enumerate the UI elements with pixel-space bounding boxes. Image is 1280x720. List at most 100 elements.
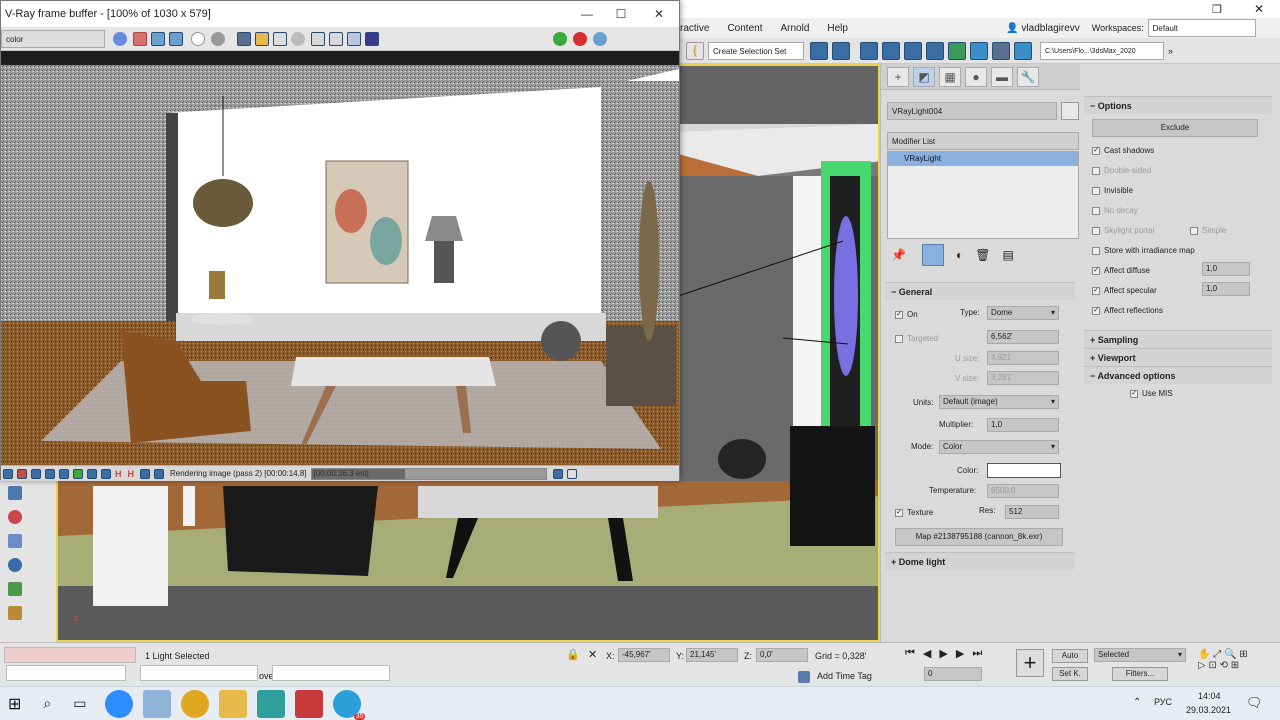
viewport-navigation-icon[interactable]: ✋ ⤢ 🔍 ⊞ ▷ ⊡ ⟲ ⊞: [1198, 649, 1274, 681]
invisible-checkbox[interactable]: [1092, 186, 1100, 195]
pin-icon[interactable]: 📌: [891, 248, 906, 262]
temperature-spinner[interactable]: 6500,0: [987, 484, 1059, 498]
type-dropdown[interactable]: Dome: [987, 306, 1059, 320]
windows-start-icon[interactable]: ⊞: [8, 694, 21, 714]
previous-frame-icon[interactable]: ◀: [923, 647, 931, 660]
double-sided-checkbox[interactable]: [1092, 166, 1100, 175]
mini-window-2[interactable]: [140, 665, 258, 681]
save-image-icon[interactable]: [237, 31, 251, 46]
affect-specular-spinner[interactable]: 1,0: [1202, 282, 1250, 296]
targeted-checkbox[interactable]: [895, 334, 903, 343]
pdf-app-icon[interactable]: [295, 689, 324, 718]
affect-diffuse-spinner[interactable]: 1,0: [1202, 262, 1250, 276]
3dsmax-app-icon[interactable]: [257, 689, 286, 718]
play-icon[interactable]: ▶: [939, 647, 947, 660]
general-rollout-header[interactable]: − General: [885, 282, 1075, 300]
z-coordinate-field[interactable]: 0,0': [756, 648, 808, 662]
exposure-icon[interactable]: [45, 468, 55, 479]
red-channel-icon[interactable]: [133, 31, 147, 46]
motion-tab-icon[interactable]: ●: [965, 66, 987, 87]
restore-icon[interactable]: ❐: [1212, 3, 1222, 16]
mirror-icon[interactable]: [810, 41, 828, 60]
follow-mouse-icon[interactable]: [140, 468, 150, 479]
texture-checkbox[interactable]: ✓: [895, 508, 903, 517]
stop-render-icon[interactable]: [573, 31, 587, 46]
go-to-end-icon[interactable]: ⏭: [972, 647, 982, 660]
affect-reflections-checkbox[interactable]: ✓: [1092, 306, 1100, 315]
clock-time[interactable]: 14:04: [1198, 691, 1221, 701]
clear-image-icon[interactable]: [291, 31, 305, 46]
store-irradiance-checkbox[interactable]: [1092, 246, 1100, 255]
alpha-channel-icon[interactable]: [191, 31, 205, 46]
show-hidden-icons[interactable]: ⌃: [1133, 697, 1141, 708]
ribbon-tool-4-icon[interactable]: [8, 558, 22, 572]
curves-icon[interactable]: [31, 468, 41, 479]
multiplier-spinner[interactable]: 1,0: [987, 418, 1059, 432]
go-to-start-icon[interactable]: ⏮: [905, 647, 915, 660]
transform-mode-icon[interactable]: ✕: [588, 648, 597, 661]
telegram-app-icon[interactable]: 35: [333, 689, 366, 720]
render-icon[interactable]: [553, 31, 567, 46]
show-end-result-icon[interactable]: [921, 244, 944, 266]
rgb-channels-icon[interactable]: [113, 31, 127, 46]
skylight-portal-checkbox[interactable]: [1092, 226, 1100, 235]
align-icon[interactable]: [832, 41, 850, 60]
make-unique-icon[interactable]: ◐: [956, 248, 963, 262]
link-to-max-icon[interactable]: [347, 31, 361, 46]
object-name-field[interactable]: VRayLight004: [887, 102, 1057, 120]
render-frame-icon[interactable]: [992, 41, 1010, 60]
y-coordinate-field[interactable]: 21,145': [686, 648, 738, 662]
curly-brackets-icon[interactable]: {: [686, 41, 704, 60]
chrome-app-icon[interactable]: [181, 689, 210, 718]
key-filters-button[interactable]: Filters...: [1112, 667, 1168, 681]
lens-icon[interactable]: [101, 468, 111, 479]
utilities-tab-icon[interactable]: 🔧: [1017, 66, 1039, 87]
exclude-button[interactable]: Exclude: [1092, 119, 1258, 137]
current-frame-field[interactable]: 0: [924, 667, 982, 681]
curve-editor-icon[interactable]: [904, 41, 922, 60]
maxscript-listener[interactable]: [4, 647, 136, 663]
next-frame-icon[interactable]: ▶: [956, 647, 964, 660]
schematic-view-icon[interactable]: [926, 41, 944, 60]
create-selection-set-dropdown[interactable]: Create Selection Set: [708, 41, 804, 60]
create-tab-icon[interactable]: +: [887, 66, 909, 87]
modify-tab-icon[interactable]: ◩: [913, 66, 935, 87]
configure-sets-icon[interactable]: ▤: [1002, 248, 1013, 262]
material-editor-icon[interactable]: [948, 41, 966, 60]
green-channel-icon[interactable]: [151, 31, 165, 46]
project-folder-field[interactable]: C:\Users\Flo...\3dsMax_2020: [1040, 41, 1164, 60]
delete-modifier-icon[interactable]: 🗑: [975, 248, 990, 262]
modifier-list-dropdown[interactable]: Modifier List: [887, 132, 1079, 150]
notification-icon[interactable]: 🗨: [1246, 695, 1263, 711]
menu-item-arnold[interactable]: Arnold: [780, 23, 809, 34]
add-time-tag[interactable]: Add Time Tag: [817, 671, 872, 681]
user-account-dropdown[interactable]: vladblagirevv: [1021, 23, 1079, 34]
display-correction-icon[interactable]: [154, 468, 164, 479]
duplicate-icon[interactable]: [273, 31, 287, 46]
track-mouse-icon[interactable]: [311, 31, 325, 46]
mono-channel-icon[interactable]: [211, 31, 225, 46]
white-balance-icon[interactable]: [59, 468, 69, 479]
mini-window-3[interactable]: [272, 665, 390, 681]
workspace-dropdown[interactable]: Default: [1147, 19, 1256, 37]
vsize-spinner[interactable]: 3,281': [987, 371, 1059, 385]
texture-map-button[interactable]: Map #2138795188 (cannon_8k.exr): [895, 528, 1063, 546]
close-icon[interactable]: ✕: [639, 1, 679, 27]
input-language[interactable]: РУС: [1154, 697, 1172, 707]
viewport-rollout-header[interactable]: + Viewport: [1084, 348, 1272, 366]
lut-icon[interactable]: [73, 468, 83, 479]
layer-explorer-icon[interactable]: [882, 41, 900, 60]
ribbon-tool-6-icon[interactable]: [8, 606, 22, 620]
menu-item-interactive[interactable]: ractive: [680, 23, 709, 34]
usize-spinner[interactable]: 4,921': [987, 351, 1059, 365]
mode-dropdown[interactable]: Color: [939, 440, 1059, 454]
dome-light-rollout-header[interactable]: + Dome light: [885, 552, 1075, 570]
modifier-stack-item[interactable]: VRayLight: [888, 152, 1078, 166]
ribbon-tool-3-icon[interactable]: [8, 534, 22, 548]
history-icon[interactable]: [3, 468, 13, 479]
mini-window-1[interactable]: [6, 665, 126, 681]
clock-date[interactable]: 29.03.2021: [1186, 705, 1231, 715]
lens-effects-icon[interactable]: [365, 31, 379, 46]
color-swatch[interactable]: [987, 463, 1061, 478]
ribbon-tool-2-icon[interactable]: [8, 510, 22, 524]
